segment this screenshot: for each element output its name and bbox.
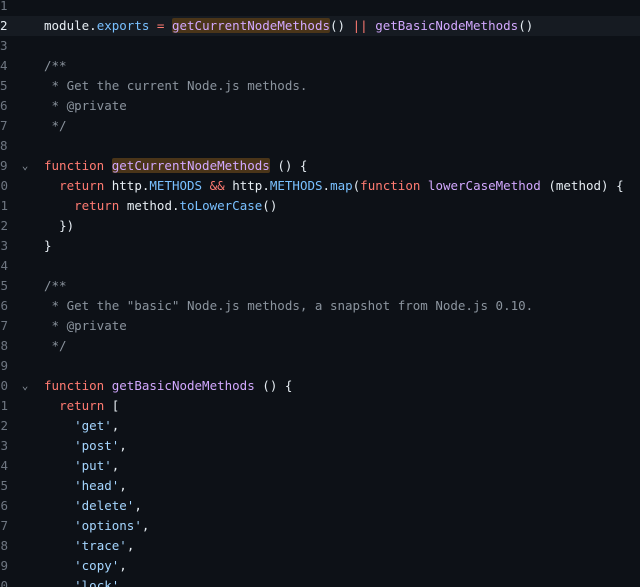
code-text: return [ [59, 398, 120, 413]
line-number: 22 [0, 418, 8, 433]
code-line[interactable]: 16 * Get the "basic" Node.js methods, a … [0, 296, 640, 316]
code-text: 'copy', [74, 558, 127, 573]
code-line[interactable]: 8 [0, 136, 640, 156]
code-line[interactable]: 26 'delete', [0, 496, 640, 516]
line-number: 2 [0, 18, 8, 33]
line-number: 19 [0, 358, 8, 373]
line-number: 14 [0, 258, 8, 273]
code-text: }) [59, 218, 75, 233]
line-number: 20 [0, 378, 8, 393]
line-number: 27 [0, 518, 8, 533]
line-number: 9 [0, 158, 8, 173]
line-number: 16 [0, 298, 8, 313]
line-number: 13 [0, 238, 8, 253]
code-line[interactable]: 21 return [ [0, 396, 640, 416]
code-text: * Get the "basic" Node.js methods, a sna… [44, 298, 534, 313]
line-number: 28 [0, 538, 8, 553]
line-number: 10 [0, 178, 8, 193]
code-text: 'options', [74, 518, 150, 533]
line-number: 18 [0, 338, 8, 353]
code-line[interactable]: 20 ⌄ function getBasicNodeMethods () { [0, 376, 640, 396]
code-text: return http.METHODS && http.METHODS.map(… [59, 178, 624, 193]
line-number: 17 [0, 318, 8, 333]
line-number: 24 [0, 458, 8, 473]
code-line[interactable]: 29 'copy', [0, 556, 640, 576]
code-line[interactable]: 19 [0, 356, 640, 376]
code-text: 'trace', [74, 538, 135, 553]
line-number: 29 [0, 558, 8, 573]
line-number: 3 [0, 38, 8, 53]
line-number: 12 [0, 218, 8, 233]
line-number: 5 [0, 78, 8, 93]
code-line[interactable]: 7 */ [0, 116, 640, 136]
code-line[interactable]: 13} [0, 236, 640, 256]
code-text: * @private [44, 98, 127, 113]
code-text: 'delete', [74, 498, 142, 513]
code-line[interactable]: 23 'post', [0, 436, 640, 456]
line-number: 15 [0, 278, 8, 293]
code-text: 'lock', [74, 578, 127, 587]
line-number: 30 [0, 578, 8, 587]
code-text: /** [44, 58, 67, 73]
line-number: 1 [0, 0, 8, 13]
code-line[interactable]: 6 * @private [0, 96, 640, 116]
code-line[interactable]: 30 'lock', [0, 576, 640, 587]
code-text: 'put', [74, 458, 120, 473]
code-line[interactable]: 28 'trace', [0, 536, 640, 556]
code-text: function getCurrentNodeMethods () { [44, 158, 308, 173]
code-text: */ [44, 118, 67, 133]
code-text: */ [44, 338, 67, 353]
code-line[interactable]: 27 'options', [0, 516, 640, 536]
code-text: function getBasicNodeMethods () { [44, 378, 293, 393]
code-line[interactable]: 22 'get', [0, 416, 640, 436]
code-text: module.exports = getCurrentNodeMethods()… [44, 18, 534, 33]
code-text: return method.toLowerCase() [74, 198, 278, 213]
line-number: 23 [0, 438, 8, 453]
line-number: 8 [0, 138, 8, 153]
code-line[interactable]: 3 [0, 36, 640, 56]
line-number: 4 [0, 58, 8, 73]
code-line[interactable]: 10 return http.METHODS && http.METHODS.m… [0, 176, 640, 196]
code-line[interactable]: 15 /** [0, 276, 640, 296]
line-number: 21 [0, 398, 8, 413]
code-text: } [44, 238, 52, 253]
code-line[interactable]: 18 */ [0, 336, 640, 356]
code-line[interactable]: 17 * @private [0, 316, 640, 336]
line-number: 6 [0, 98, 8, 113]
chevron-down-icon[interactable]: ⌄ [18, 156, 32, 176]
line-number: 26 [0, 498, 8, 513]
code-line[interactable]: 24 'put', [0, 456, 640, 476]
code-text: * @private [44, 318, 127, 333]
code-line[interactable]: 12 }) [0, 216, 640, 236]
code-line[interactable]: 4 /** [0, 56, 640, 76]
code-line[interactable]: 1 [0, 0, 640, 16]
chevron-down-icon[interactable]: ⌄ [18, 376, 32, 396]
code-text: /** [44, 278, 67, 293]
line-number: 7 [0, 118, 8, 133]
code-text: * Get the current Node.js methods. [44, 78, 308, 93]
code-line[interactable]: 11 return method.toLowerCase() [0, 196, 640, 216]
code-line[interactable]: 14 [0, 256, 640, 276]
code-text: 'head', [74, 478, 127, 493]
code-text: 'post', [74, 438, 127, 453]
code-line[interactable]: 2 module.exports = getCurrentNodeMethods(… [0, 16, 640, 36]
code-editor[interactable]: 1 2 module.exports = getCurrentNodeMethods… [0, 0, 640, 587]
code-line[interactable]: 25 'head', [0, 476, 640, 496]
line-number: 11 [0, 198, 8, 213]
code-line[interactable]: 5 * Get the current Node.js methods. [0, 76, 640, 96]
code-line[interactable]: 9 ⌄ function getCurrentNodeMethods () { [0, 156, 640, 176]
line-number: 25 [0, 478, 8, 493]
code-text: 'get', [74, 418, 120, 433]
